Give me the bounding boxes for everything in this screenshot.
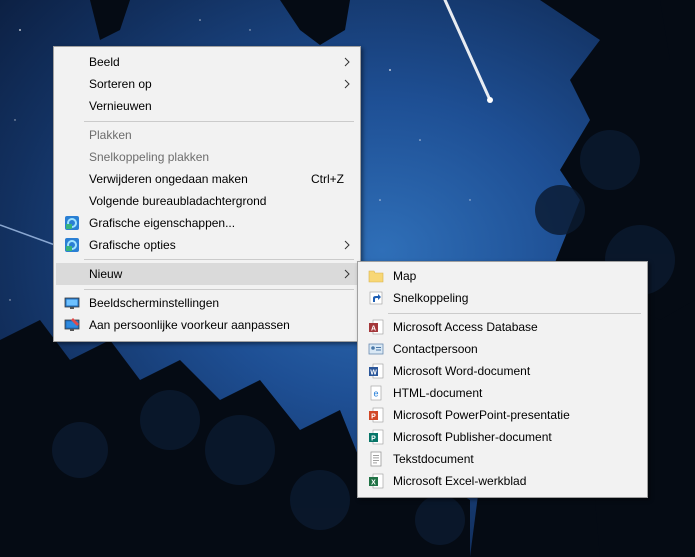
menu-item-label: Aan persoonlijke voorkeur aanpassen	[89, 318, 290, 332]
meteor-streak	[443, 0, 492, 102]
desktop-context-menu: Beeld Sorteren op Vernieuwen Plakken Sne…	[53, 46, 361, 342]
menu-item-refresh[interactable]: Vernieuwen	[56, 95, 358, 117]
menu-item-label: Grafische eigenschappen...	[89, 216, 236, 230]
menu-item-sort-by[interactable]: Sorteren op	[56, 73, 358, 95]
text-document-icon	[370, 451, 382, 467]
display-icon	[64, 297, 80, 309]
menu-item-label: Volgende bureaubladachtergrond	[89, 194, 267, 208]
menu-item-view[interactable]: Beeld	[56, 51, 358, 73]
menu-item-graphics-properties[interactable]: Grafische eigenschappen...	[56, 212, 358, 234]
svg-text:W: W	[370, 370, 377, 377]
publisher-icon: P	[369, 429, 384, 445]
menu-separator	[84, 289, 354, 290]
menu-item-label: Snelkoppeling plakken	[89, 150, 210, 164]
powerpoint-icon: P	[369, 407, 384, 423]
svg-text:A: A	[371, 326, 376, 333]
svg-text:P: P	[371, 436, 376, 443]
svg-text:e: e	[373, 389, 378, 399]
new-access-database-item[interactable]: A Microsoft Access Database	[360, 316, 645, 338]
menu-item-paste[interactable]: Plakken	[56, 124, 358, 146]
menu-item-label: Microsoft Word-document	[393, 364, 531, 378]
menu-item-label: Beeldscherminstellingen	[89, 296, 220, 310]
word-icon: W	[369, 363, 384, 379]
html-icon: e	[370, 385, 382, 401]
new-contact-item[interactable]: Contactpersoon	[360, 338, 645, 360]
menu-item-graphics-options[interactable]: Grafische opties	[56, 234, 358, 256]
menu-separator	[84, 259, 354, 260]
new-submenu: Map Snelkoppeling A Microsoft Access Dat…	[357, 261, 648, 498]
new-word-document-item[interactable]: W Microsoft Word-document	[360, 360, 645, 382]
chevron-right-icon	[344, 240, 350, 250]
graphics-icon	[65, 216, 79, 230]
menu-item-label: HTML-document	[393, 386, 483, 400]
menu-item-label: Map	[393, 269, 417, 283]
new-shortcut-item[interactable]: Snelkoppeling	[360, 287, 645, 309]
contact-icon	[368, 343, 384, 355]
new-folder-item[interactable]: Map	[360, 265, 645, 287]
folder-icon	[368, 270, 384, 283]
chevron-right-icon	[344, 269, 350, 279]
menu-item-label: Vernieuwen	[89, 99, 152, 113]
menu-separator	[84, 121, 354, 122]
menu-item-label: Microsoft PowerPoint-presentatie	[393, 408, 570, 422]
menu-item-label: Microsoft Publisher-document	[393, 430, 552, 444]
menu-item-paste-shortcut[interactable]: Snelkoppeling plakken	[56, 146, 358, 168]
menu-item-undo-delete[interactable]: Verwijderen ongedaan maken Ctrl+Z	[56, 168, 358, 190]
menu-item-label: Plakken	[89, 128, 132, 142]
chevron-right-icon	[344, 79, 350, 89]
menu-item-next-background[interactable]: Volgende bureaubladachtergrond	[56, 190, 358, 212]
menu-item-new[interactable]: Nieuw	[56, 263, 358, 285]
new-publisher-item[interactable]: P Microsoft Publisher-document	[360, 426, 645, 448]
menu-item-label: Nieuw	[89, 267, 123, 281]
svg-text:P: P	[371, 414, 376, 421]
new-excel-worksheet-item[interactable]: X Microsoft Excel-werkblad	[360, 470, 645, 492]
new-powerpoint-item[interactable]: P Microsoft PowerPoint-presentatie	[360, 404, 645, 426]
menu-item-label: Verwijderen ongedaan maken	[89, 172, 248, 186]
new-html-document-item[interactable]: e HTML-document	[360, 382, 645, 404]
menu-separator	[388, 313, 641, 314]
graphics-icon	[65, 238, 79, 252]
access-icon: A	[369, 319, 384, 335]
menu-item-label: Grafische opties	[89, 238, 176, 252]
menu-item-personalize[interactable]: Aan persoonlijke voorkeur aanpassen	[56, 314, 358, 336]
menu-item-display-settings[interactable]: Beeldscherminstellingen	[56, 292, 358, 314]
excel-icon: X	[369, 473, 384, 489]
menu-item-label: Microsoft Excel-werkblad	[393, 474, 527, 488]
menu-item-label: Beeld	[89, 55, 120, 69]
shortcut-label: Ctrl+Z	[311, 172, 344, 186]
menu-item-label: Sorteren op	[89, 77, 152, 91]
chevron-right-icon	[344, 57, 350, 67]
svg-text:X: X	[371, 480, 376, 487]
personalize-icon	[64, 318, 80, 331]
shortcut-icon	[369, 291, 383, 305]
new-text-document-item[interactable]: Tekstdocument	[360, 448, 645, 470]
menu-item-label: Microsoft Access Database	[393, 320, 538, 334]
menu-item-label: Tekstdocument	[393, 452, 474, 466]
menu-item-label: Contactpersoon	[393, 342, 478, 356]
menu-item-label: Snelkoppeling	[393, 291, 469, 305]
